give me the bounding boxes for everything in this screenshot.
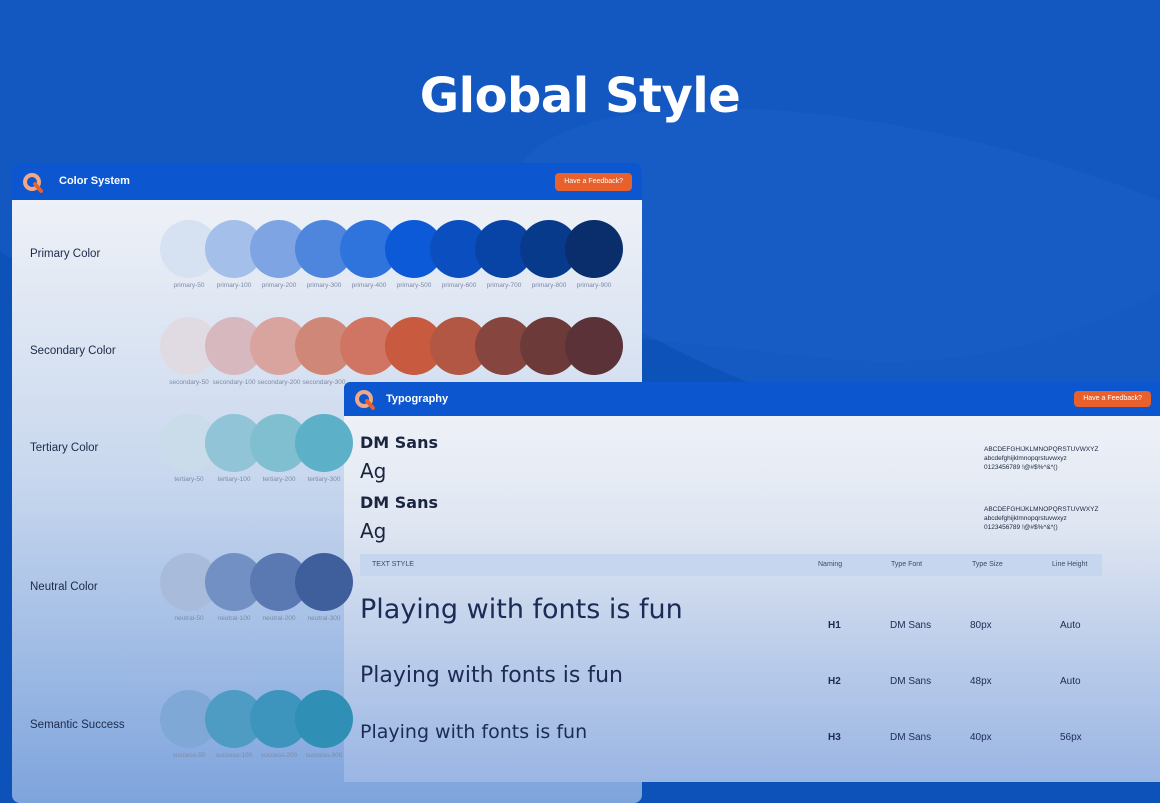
semantic-success-label: Semantic Success [30,719,125,731]
color-swatch[interactable] [295,414,353,472]
tertiary-color-label: Tertiary Color [30,442,99,454]
color-swatch[interactable] [565,220,623,278]
table-cell-line-height: 56px [1060,732,1082,743]
color-swatch[interactable] [565,317,623,375]
brand-logo-icon [23,173,43,193]
font-sample-glyphs: Ag [360,519,387,543]
column-header: Type Font [891,561,923,568]
table-cell-naming: H2 [828,676,841,687]
typography-panel-header: Typography Have a Feedback? [344,382,1160,416]
table-cell-line-height: Auto [1060,676,1081,687]
table-cell-font: DM Sans [890,676,932,687]
table-cell-size: 48px [970,676,992,687]
font-charset: ABCDEFGHIJKLMNOPQRSTUVWXYZ abcdefghijklm… [984,505,1098,532]
color-swatch[interactable] [295,553,353,611]
typography-panel-body: DM Sans Ag ABCDEFGHIJKLMNOPQRSTUVWXYZ ab… [344,416,1160,782]
font-sample-glyphs: Ag [360,459,387,483]
table-cell-naming: H3 [828,732,841,743]
feedback-button[interactable]: Have a Feedback? [555,173,632,191]
page-title: Global Style [419,68,741,124]
font-family-name: DM Sans [360,433,439,452]
table-cell-font: DM Sans [890,732,932,743]
charset-uppercase: ABCDEFGHIJKLMNOPQRSTUVWXYZ [984,446,1099,453]
brand-logo-icon [355,390,375,410]
color-swatch[interactable] [295,690,353,748]
text-style-table-header: TEXT STYLE Naming Type Font Type Size Li… [360,554,1102,576]
h2-sample-text: Playing with fonts is fun [360,663,623,688]
table-cell-size: 40px [970,732,992,743]
charset-lowercase: abcdefghijklmnopqrstuvwxyz [984,515,1067,522]
color-swatch-label: primary-900 [576,282,612,289]
charset-numbers: 0123456789 !@#$%^&*() [984,464,1058,471]
typography-panel-title: Typography [386,393,449,405]
h1-sample-text: Playing with fonts is fun [360,594,683,625]
column-header: TEXT STYLE [372,561,414,568]
feedback-button[interactable]: Have a Feedback? [1074,391,1151,407]
column-header: Type Size [972,561,1003,568]
charset-uppercase: ABCDEFGHIJKLMNOPQRSTUVWXYZ [984,506,1099,513]
table-cell-naming: H1 [828,620,841,631]
charset-lowercase: abcdefghijklmnopqrstuvwxyz [984,455,1067,462]
neutral-color-label: Neutral Color [30,581,98,593]
font-charset: ABCDEFGHIJKLMNOPQRSTUVWXYZ abcdefghijklm… [984,445,1098,472]
table-cell-size: 80px [970,620,992,631]
table-cell-font: DM Sans [890,620,932,631]
column-header: Naming [818,561,843,568]
table-cell-line-height: Auto [1060,620,1081,631]
secondary-color-label: Secondary Color [30,345,116,357]
column-header: Line Height [1052,561,1088,568]
font-family-name: DM Sans [360,493,439,512]
color-panel-header: Color System Have a Feedback? [12,163,642,200]
charset-numbers: 0123456789 !@#$%^&*() [984,524,1058,531]
color-panel-title: Color System [59,175,130,187]
primary-color-label: Primary Color [30,248,101,260]
typography-panel: Typography Have a Feedback? DM Sans Ag A… [344,382,1160,782]
h3-sample-text: Playing with fonts is fun [360,721,588,743]
